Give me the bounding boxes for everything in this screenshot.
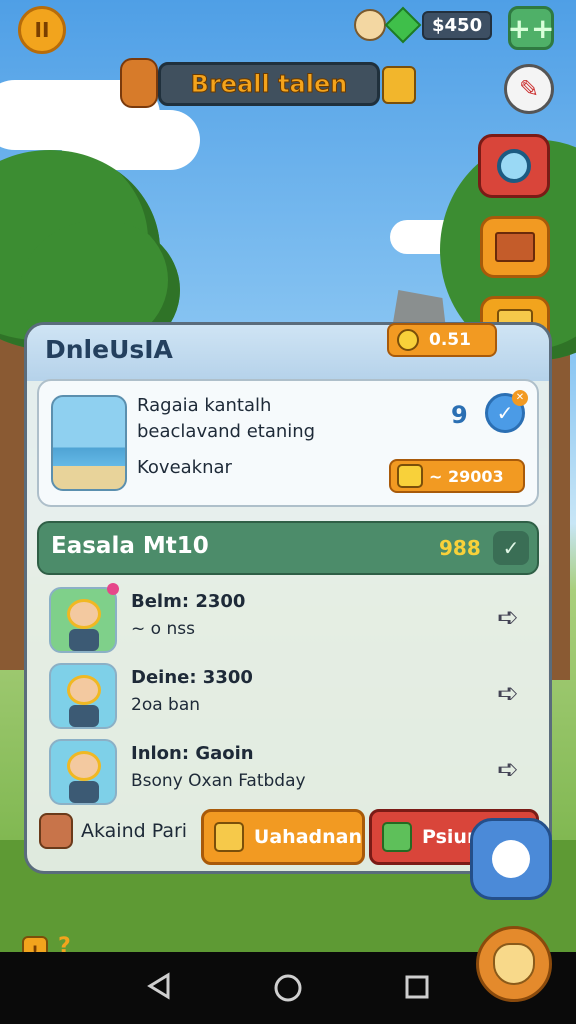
list-item[interactable]: Deine: 3300 2oa ban ➪ [37,659,539,731]
avatar-head [67,599,101,629]
orange-button-label: Uahadnan [253,826,362,848]
edit-button[interactable]: ✎ [504,64,554,114]
main-panel: DnleUsIA 0.51 Ragaia kantalh beaclavand … [24,322,552,874]
arrow-right-icon[interactable]: ➪ [491,677,525,711]
player-avatar[interactable] [354,9,386,41]
orange-action-button[interactable]: Uahadnan [201,809,365,865]
feature-name: Koveaknar [137,457,232,478]
footer-label-text: Akaind Pari [81,820,188,842]
panel-title: DnleUsIA [45,335,173,364]
game-title: Breall talen [190,70,348,99]
confirm-button[interactable]: ✓ ✕ [485,390,528,433]
row-name: Belm: 2300 [131,591,246,612]
avatar-head [67,675,101,705]
pause-button[interactable]: II [18,6,66,54]
camera-button[interactable] [478,134,550,198]
row-name: Deine: 3300 [131,667,253,688]
leaf-icon [382,822,412,852]
section-check-button[interactable]: ✓ [493,531,529,565]
avatar [49,587,117,653]
hand-button[interactable] [470,818,552,900]
currency-value: $450 [422,10,493,40]
arrow-right-icon[interactable]: ➪ [491,753,525,787]
feature-level: 9 [451,401,468,429]
pet-icon [493,943,535,985]
smiley-icon [397,329,419,351]
book-icon [495,232,535,262]
bear-icon [39,813,73,849]
section-count: 988 [439,536,481,560]
home-icon[interactable] [272,972,304,1008]
chest-icon [382,66,416,104]
feature-title: Ragaia kantalh [137,395,272,416]
timer-value: 0.51 [429,330,471,350]
section-header[interactable]: Easala Mt10 988 ✓ [37,521,539,575]
coin-icon [397,464,423,488]
chevron-down-icon: ✓ [502,536,520,560]
section-title: Easala Mt10 [51,533,209,559]
currency-display: $450 [354,6,493,44]
jar-icon [214,822,244,852]
check-icon: ✓ [496,401,514,425]
book-button[interactable] [480,216,550,278]
list-item[interactable]: Belm: 2300 ~ o nss ➪ [37,583,539,655]
avatar-head [67,751,101,781]
feature-subtitle: beaclavand etaning [137,421,316,442]
avatar-body [69,629,99,651]
camera-icon [497,149,531,183]
hand-icon [492,840,530,878]
avatar-body [69,705,99,727]
row-subtitle: ~ o nss [131,619,195,639]
panel-header: DnleUsIA 0.51 [27,323,549,381]
gem-icon [384,6,422,44]
arrow-right-icon[interactable]: ➪ [491,601,525,635]
lion-icon [120,58,158,108]
list-item[interactable]: Inlon: Gaoin Bsony Oxan Fatbday ➪ [37,735,539,807]
row-subtitle: 2oa ban [131,695,201,715]
feature-thumbnail [51,395,127,491]
title-banner: Breall talen [158,62,380,106]
add-currency-button[interactable]: ++ [508,6,554,50]
price-value: ~ 29003 [429,466,504,486]
row-name: Inlon: Gaoin [131,743,254,764]
avatar [49,739,117,805]
recent-apps-icon[interactable] [404,974,430,1004]
close-icon[interactable]: ✕ [512,390,528,406]
timer-badge: 0.51 [387,323,497,357]
avatar-body [69,781,99,803]
feature-card[interactable]: Ragaia kantalh beaclavand etaning Koveak… [37,379,539,507]
row-subtitle: Bsony Oxan Fatbday [131,771,306,791]
back-icon[interactable] [146,972,172,1004]
footer-label: Akaind Pari [39,813,187,849]
pet-button[interactable] [476,926,552,1002]
pencil-icon: ✎ [518,75,540,103]
notification-dot [107,583,119,595]
avatar [49,663,117,729]
price-button[interactable]: ~ 29003 [389,459,525,493]
